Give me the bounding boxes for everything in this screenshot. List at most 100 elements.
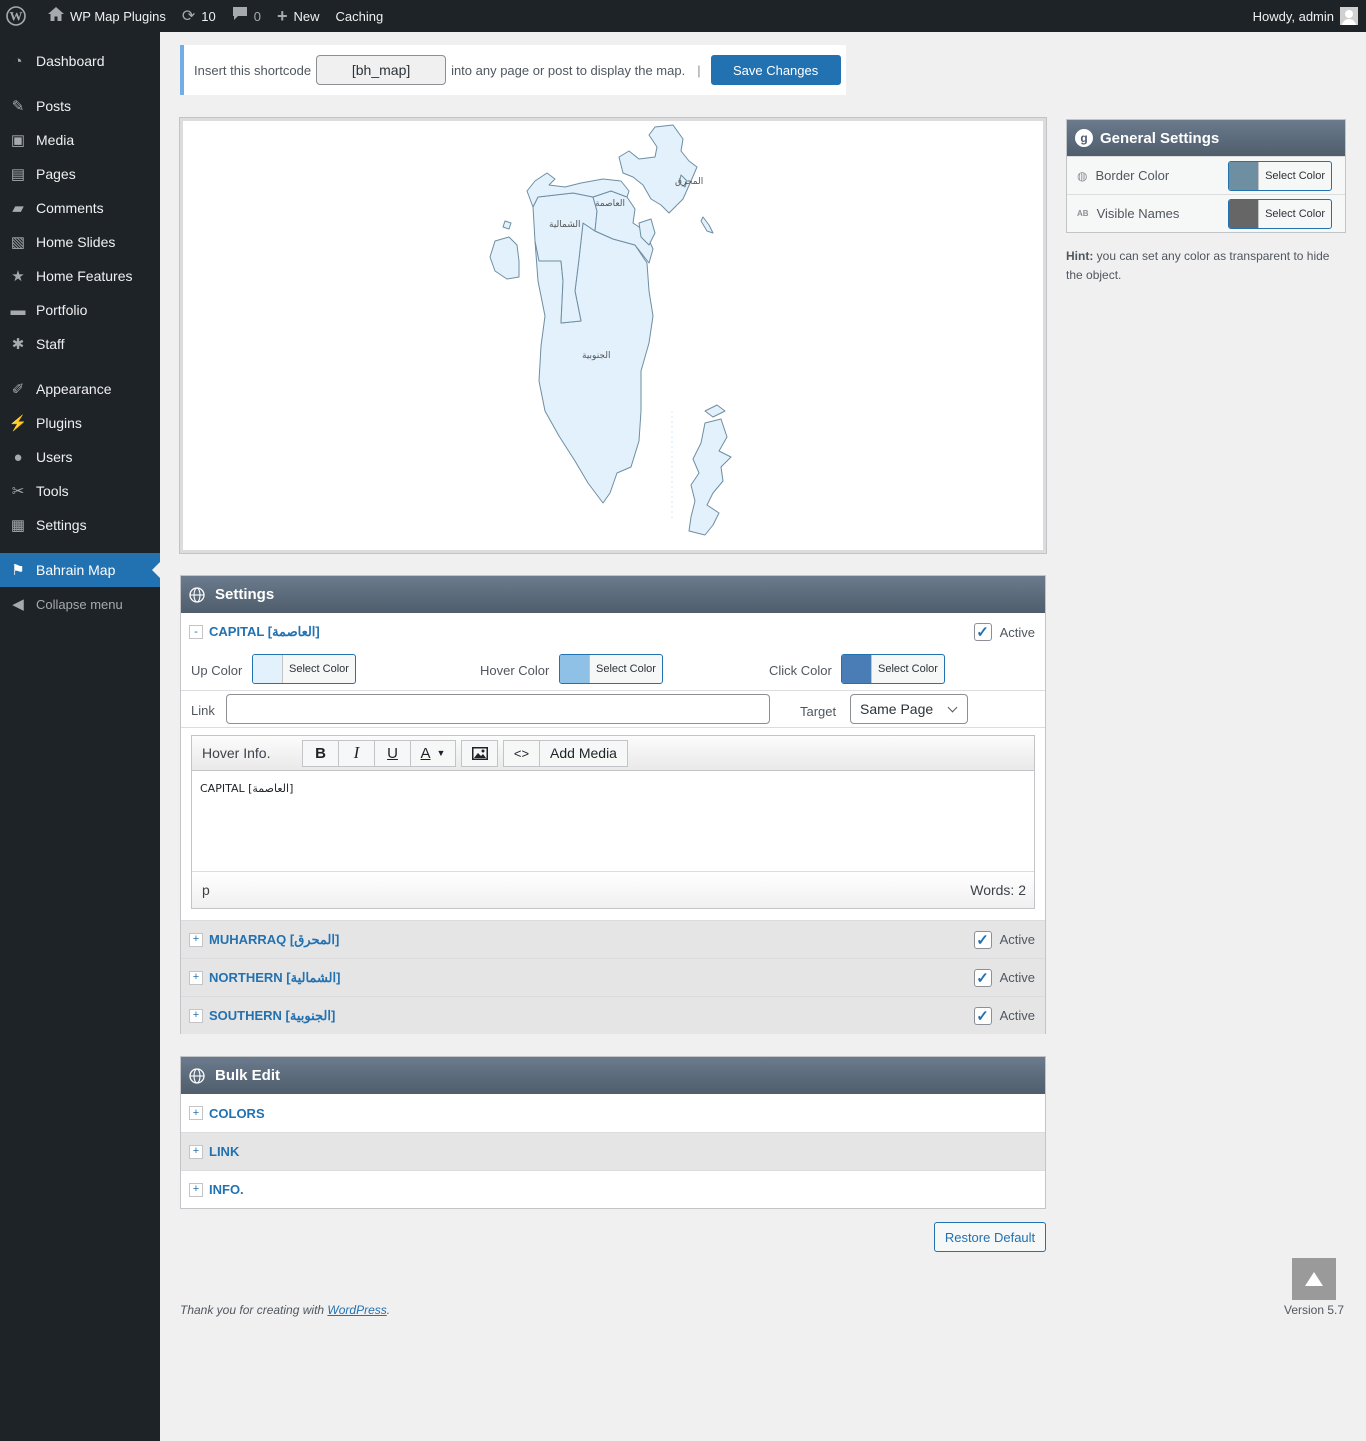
sidebar-item-plugins[interactable]: ⚡ Plugins [0,406,160,440]
islet-hawar-north[interactable] [704,404,726,418]
expand-toggle[interactable]: + [189,1008,203,1023]
expand-toggle[interactable]: + [189,932,203,947]
region-row-southern[interactable]: + SOUTHERN [الجنوبية] ✓ Active [181,996,1045,1034]
map-label-southern: الجنوبية [582,351,611,361]
updates-link[interactable]: ⟳ 10 [174,0,224,32]
my-account[interactable]: Howdy, admin [1253,7,1366,25]
expand-toggle[interactable]: + [189,970,203,985]
southern-title[interactable]: SOUTHERN [الجنوبية] [209,1008,335,1024]
scroll-to-top-button[interactable] [1292,1258,1336,1300]
southern-active[interactable]: ✓ Active [973,1006,1035,1025]
caching-link[interactable]: Caching [328,0,392,32]
shortcode-prefix: Insert this shortcode [194,62,312,78]
select-color-label: Select Color [596,663,656,675]
checkbox-checked-icon[interactable]: ✓ [973,930,992,949]
sidebar-item-settings[interactable]: ▦ Settings [0,508,160,542]
bulk-row-info[interactable]: + INFO. [181,1170,1045,1208]
visible-names-swatch [1229,199,1260,228]
code-button[interactable]: <> [503,739,540,767]
northern-title[interactable]: NORTHERN [الشمالية] [209,970,340,986]
text-color-button[interactable]: A ▼ [410,739,456,767]
add-media-button[interactable]: Add Media [539,739,628,767]
bulk-info-title[interactable]: INFO. [209,1182,244,1197]
border-color-picker[interactable]: Select Color [1228,160,1332,191]
collapse-toggle[interactable]: - [189,625,203,639]
bold-button[interactable]: B [302,739,339,767]
save-changes-button[interactable]: Save Changes [710,55,841,85]
sidebar-item-tools[interactable]: ✂ Tools [0,474,160,508]
region-muharraq[interactable] [618,124,698,214]
wordpress-link[interactable]: WordPress [327,1303,386,1317]
expand-toggle[interactable]: + [189,1182,203,1197]
visible-names-picker[interactable]: Select Color [1228,198,1332,229]
comments-link[interactable]: 0 [224,0,269,32]
muharraq-active[interactable]: ✓ Active [973,930,1035,949]
bulk-row-colors[interactable]: + COLORS [181,1094,1045,1132]
active-label: Active [999,1008,1035,1023]
expand-toggle[interactable]: + [189,1144,203,1159]
site-name-link[interactable]: WP Map Plugins [34,0,174,32]
muharraq-title[interactable]: MUHARRAQ [المحرق] [209,932,339,948]
region-row-northern[interactable]: + NORTHERN [الشمالية] ✓ Active [181,958,1045,996]
expand-toggle[interactable]: + [189,1106,203,1120]
restore-default-button[interactable]: Restore Default [934,1222,1046,1252]
insert-image-button[interactable] [461,739,498,767]
sidebar-item-comments[interactable]: ▰ Comments [0,191,160,225]
capital-header-row[interactable]: - CAPITAL [العاصمة] ✓ Active [181,613,1045,651]
capital-title[interactable]: CAPITAL [العاصمة] [209,624,320,640]
sidebar-item-home-slides[interactable]: ▧ Home Slides [0,225,160,259]
sidebar-item-appearance[interactable]: ✐ Appearance [0,372,160,406]
island-hawar[interactable] [688,418,732,536]
hover-info-editor: Hover Info. B I U A ▼ <> Add Media CAPIT… [191,735,1035,909]
sidebar-item-bahrain-map[interactable]: ⚑ Bahrain Map [0,553,160,587]
italic-button[interactable]: I [338,739,375,767]
island-umm-an-nasan[interactable] [489,236,520,280]
sidebar-item-label: Dashboard [36,53,105,69]
sidebar-item-label: Posts [36,98,72,114]
sidebar-item-home-features[interactable]: ★ Home Features [0,259,160,293]
hover-info-label: Hover Info. [202,745,271,761]
sidebar-item-label: Users [36,449,73,465]
islet-north[interactable] [700,216,714,234]
shortcode-field[interactable]: [bh_map] [316,55,447,85]
link-input[interactable] [226,694,770,724]
dashboard-icon: ◔ [13,52,23,70]
arrow-up-icon [1305,1272,1323,1286]
new-content-link[interactable]: + New [269,0,328,32]
target-select[interactable]: Same Page [850,694,968,724]
click-color-picker[interactable]: Select Color [841,654,945,684]
bulk-colors-title[interactable]: COLORS [209,1106,265,1121]
up-color-picker[interactable]: Select Color [252,654,356,684]
hover-color-picker[interactable]: Select Color [559,654,663,684]
sidebar-item-staff[interactable]: ✱ Staff [0,327,160,361]
hint-text: Hint: you can set any color as transpare… [1066,247,1346,285]
wordpress-logo-button[interactable]: W [0,0,34,32]
globe-icon [189,586,205,603]
northern-active[interactable]: ✓ Active [973,968,1035,987]
sidebar-item-dashboard[interactable]: ◔ Dashboard [0,44,160,78]
collapse-menu-button[interactable]: ◀ Collapse menu [0,587,160,621]
map-pin-icon: ⚑ [11,562,25,579]
sidebar-item-portfolio[interactable]: ▬ Portfolio [0,293,160,327]
capital-active[interactable]: ✓ Active [973,623,1035,641]
user-icon: ● [13,448,23,466]
editor-content[interactable]: CAPITAL [العاصمة] [192,771,1034,871]
brush-icon: ✐ [11,381,25,398]
bulk-row-link[interactable]: + LINK [181,1132,1045,1170]
bulk-link-title[interactable]: LINK [209,1144,239,1159]
sidebar-item-users[interactable]: ● Users [0,440,160,474]
up-color-label: Up Color [191,663,243,678]
checkbox-checked-icon[interactable]: ✓ [973,1006,992,1025]
sidebar-item-pages[interactable]: ▤ Pages [0,157,160,191]
text-ab-icon: AB [1077,209,1089,218]
sidebar-item-label: Home Features [36,268,133,284]
checkbox-checked-icon[interactable]: ✓ [973,623,992,641]
region-row-muharraq[interactable]: + MUHARRAQ [المحرق] ✓ Active [181,920,1045,958]
sidebar-item-media[interactable]: ▣ Media [0,123,160,157]
islet-west[interactable] [502,220,512,230]
select-color-label: Select Color [878,663,938,675]
underline-button[interactable]: U [374,739,411,767]
element-path[interactable]: p [202,882,210,898]
checkbox-checked-icon[interactable]: ✓ [973,968,992,987]
sidebar-item-posts[interactable]: ✎ Posts [0,89,160,123]
